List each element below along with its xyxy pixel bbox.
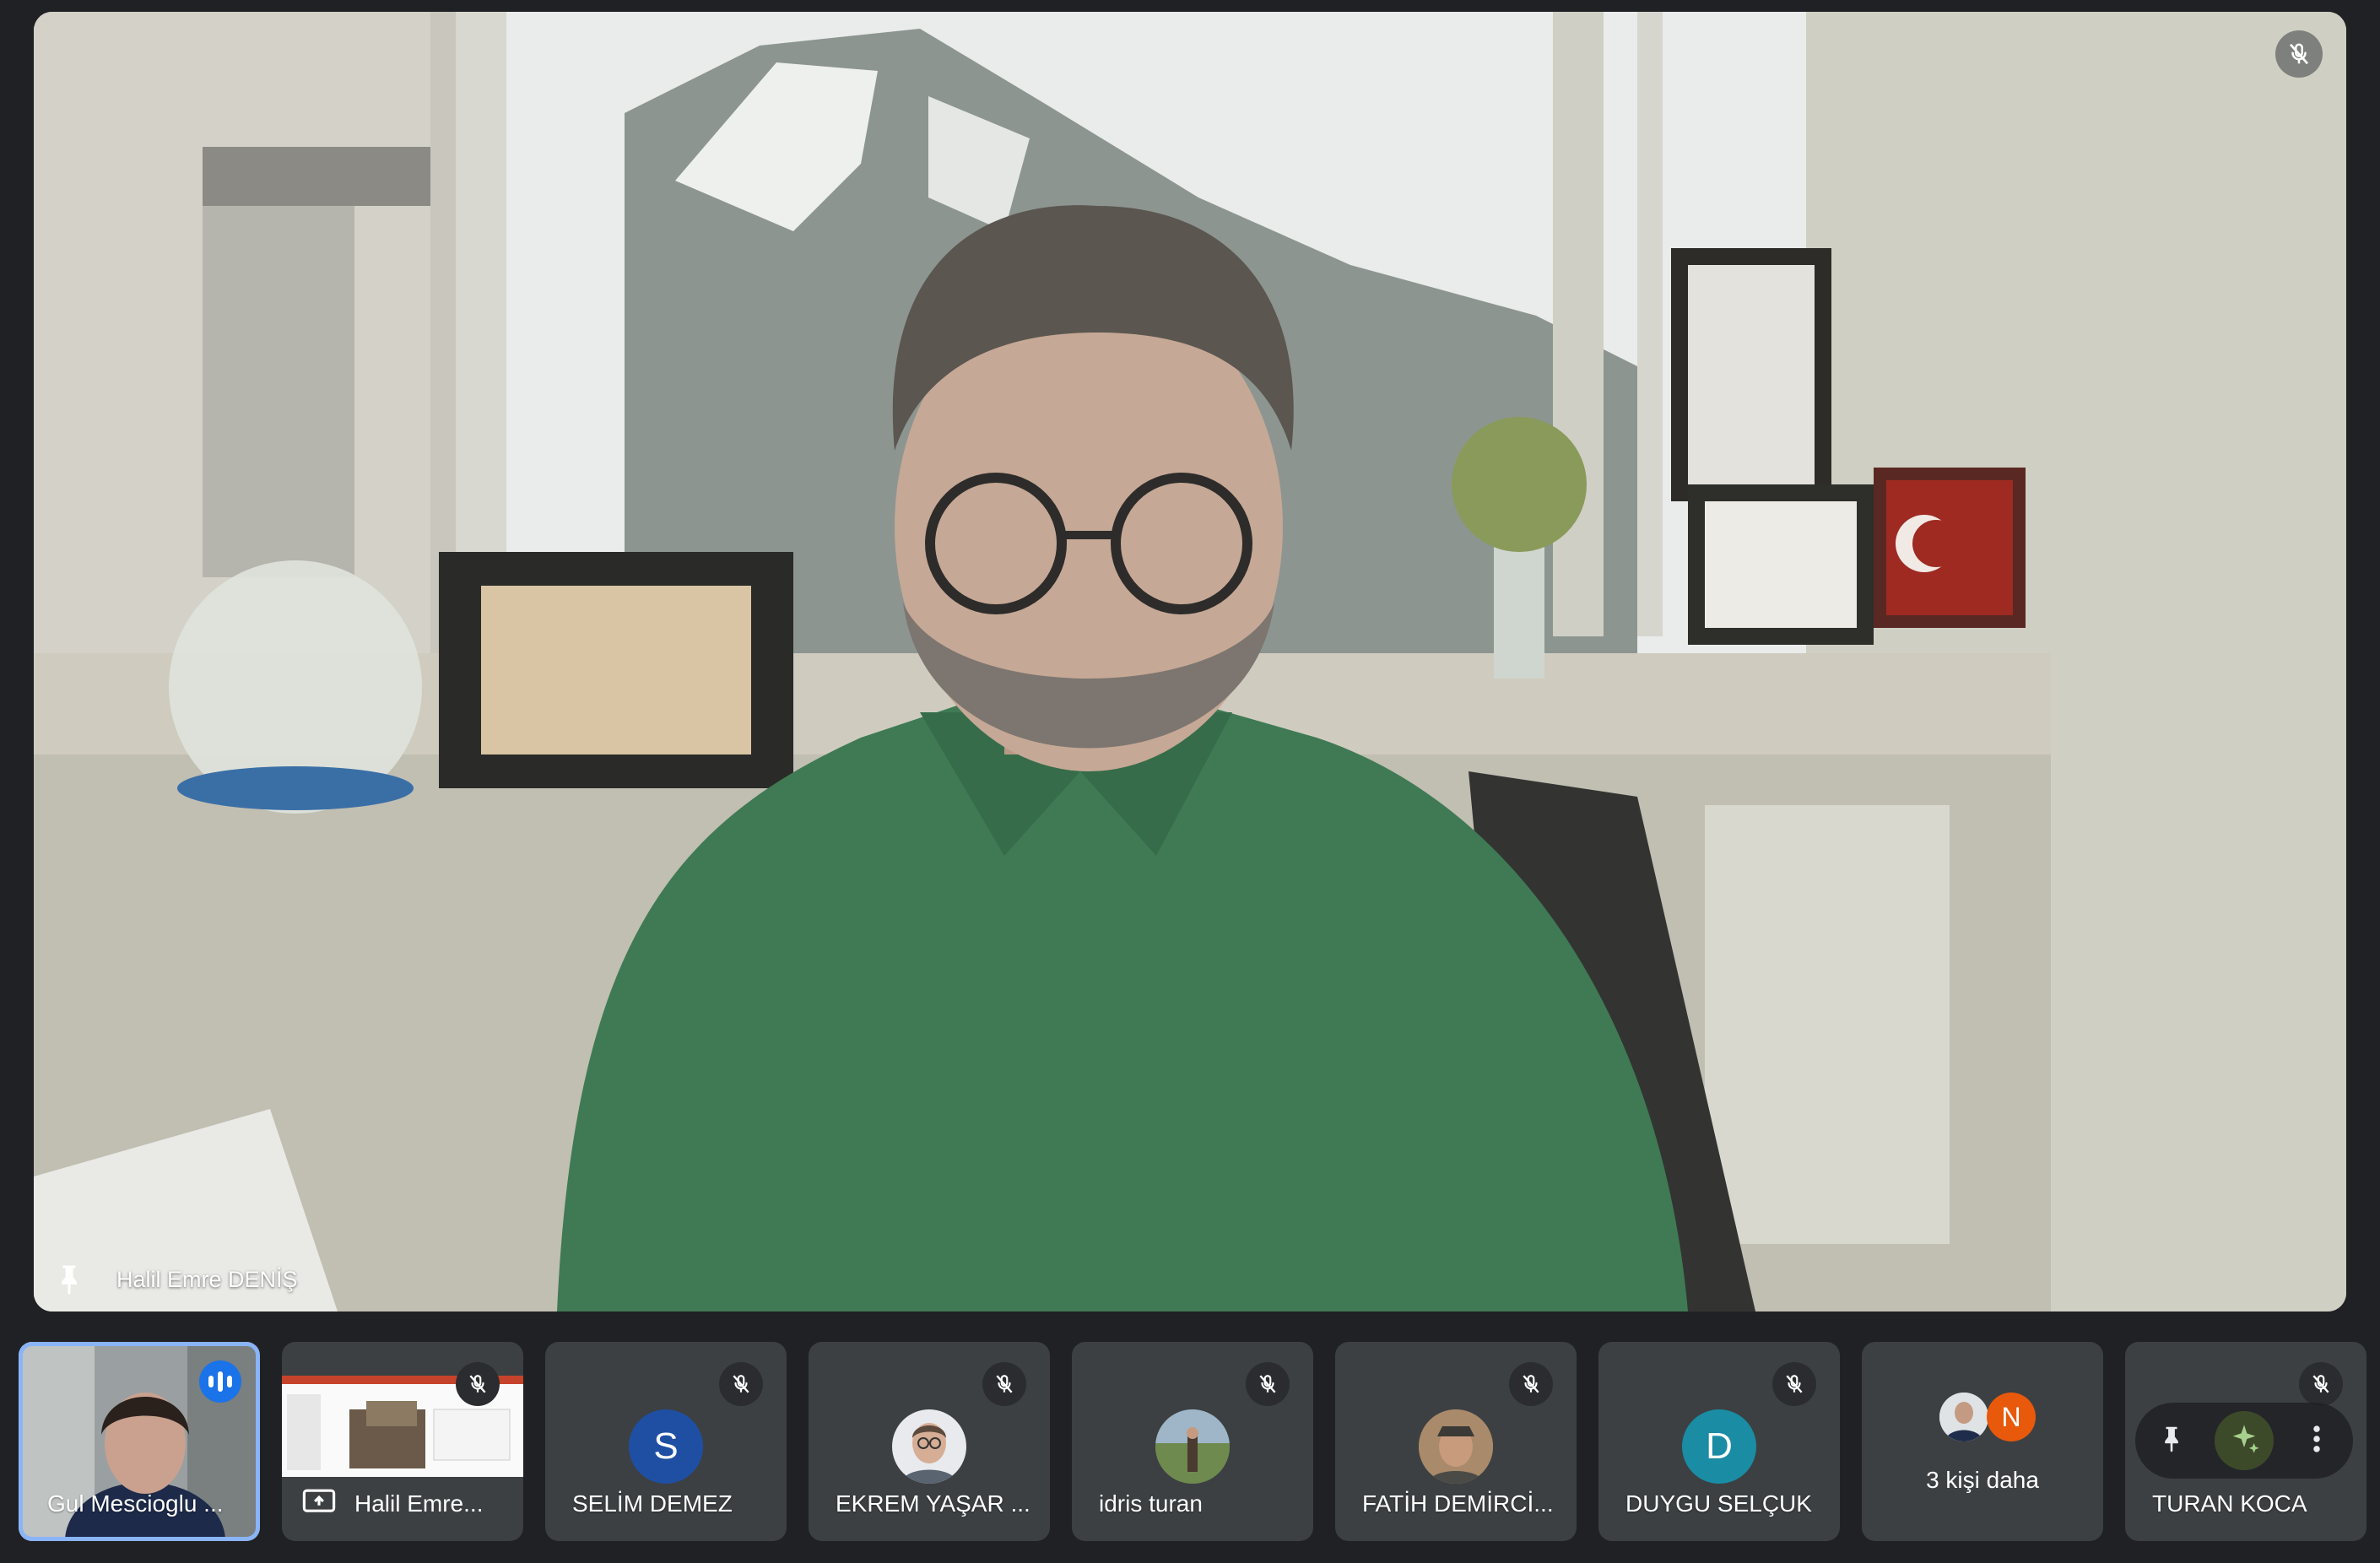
participant-tile-gul[interactable]: Gul Mescioglu ...: [19, 1342, 260, 1541]
participant-name: Gul Mescioglu ...: [47, 1490, 224, 1517]
mic-off-icon: [2275, 30, 2323, 78]
mic-off-icon: [982, 1362, 1026, 1406]
mic-off-icon: [1772, 1362, 1816, 1406]
effects-button[interactable]: [2215, 1411, 2274, 1470]
speaker-name: Halil Emre DENİŞ: [116, 1266, 298, 1292]
participant-name: SELİM DEMEZ: [572, 1490, 733, 1517]
sparkle-icon: [2227, 1422, 2261, 1460]
participant-name: DUYGU SELÇUK: [1625, 1490, 1812, 1517]
mic-off-icon: [1509, 1362, 1553, 1406]
avatar: S: [629, 1409, 703, 1484]
mic-off-icon: [1246, 1362, 1290, 1406]
participant-name: Halil Emre...: [354, 1490, 484, 1517]
speaker-video: [34, 12, 2346, 1312]
participant-name: TURAN KOCA: [2152, 1490, 2307, 1517]
participant-tile-idris[interactable]: idris turan: [1072, 1342, 1313, 1541]
participant-filmstrip: Gul Mescioglu ... Halil Emre... S SELİM …: [0, 1340, 2380, 1543]
pin-button[interactable]: [2142, 1411, 2201, 1470]
avatar: [1419, 1409, 1493, 1484]
mic-off-icon: [2299, 1362, 2343, 1406]
more-participants-label: 3 kişi daha: [1926, 1467, 2039, 1493]
pin-icon: [2161, 1425, 2183, 1457]
avatar: D: [1682, 1409, 1756, 1484]
speaking-indicator-icon: [199, 1360, 241, 1403]
speaker-name-tag: Halil Emre DENİŞ: [52, 1263, 298, 1296]
participant-tile-duygu[interactable]: D DUYGU SELÇUK: [1598, 1342, 1840, 1541]
present-screen-icon: [302, 1488, 336, 1519]
avatar: [1939, 1393, 1988, 1441]
mic-off-icon: [719, 1362, 763, 1406]
participant-name: EKREM YAŞAR ...: [836, 1490, 1030, 1517]
tile-hover-controls: [2135, 1403, 2353, 1479]
pin-icon[interactable]: [52, 1263, 86, 1296]
avatar: [892, 1409, 966, 1484]
more-participants-tile[interactable]: N 3 kişi daha: [1862, 1342, 2103, 1541]
participant-tile-presentation[interactable]: Halil Emre...: [282, 1342, 523, 1541]
more-participants-avatars: N: [1939, 1393, 2041, 1443]
more-options-button[interactable]: [2287, 1411, 2346, 1470]
participant-tile-fatih[interactable]: FATİH DEMİRCİ...: [1335, 1342, 1577, 1541]
avatar: [1155, 1409, 1230, 1484]
more-vert-icon: [2312, 1425, 2322, 1458]
avatar: N: [1987, 1393, 2036, 1441]
participant-tile-ekrem[interactable]: EKREM YAŞAR ...: [809, 1342, 1050, 1541]
mic-off-icon: [456, 1362, 500, 1406]
participant-name: FATİH DEMİRCİ...: [1362, 1490, 1554, 1517]
participant-tile-selim[interactable]: S SELİM DEMEZ: [545, 1342, 787, 1541]
main-speaker-tile[interactable]: Halil Emre DENİŞ: [34, 12, 2346, 1312]
participant-name: idris turan: [1099, 1490, 1203, 1517]
participant-tile-turan[interactable]: TURAN KOCA: [2125, 1342, 2366, 1541]
